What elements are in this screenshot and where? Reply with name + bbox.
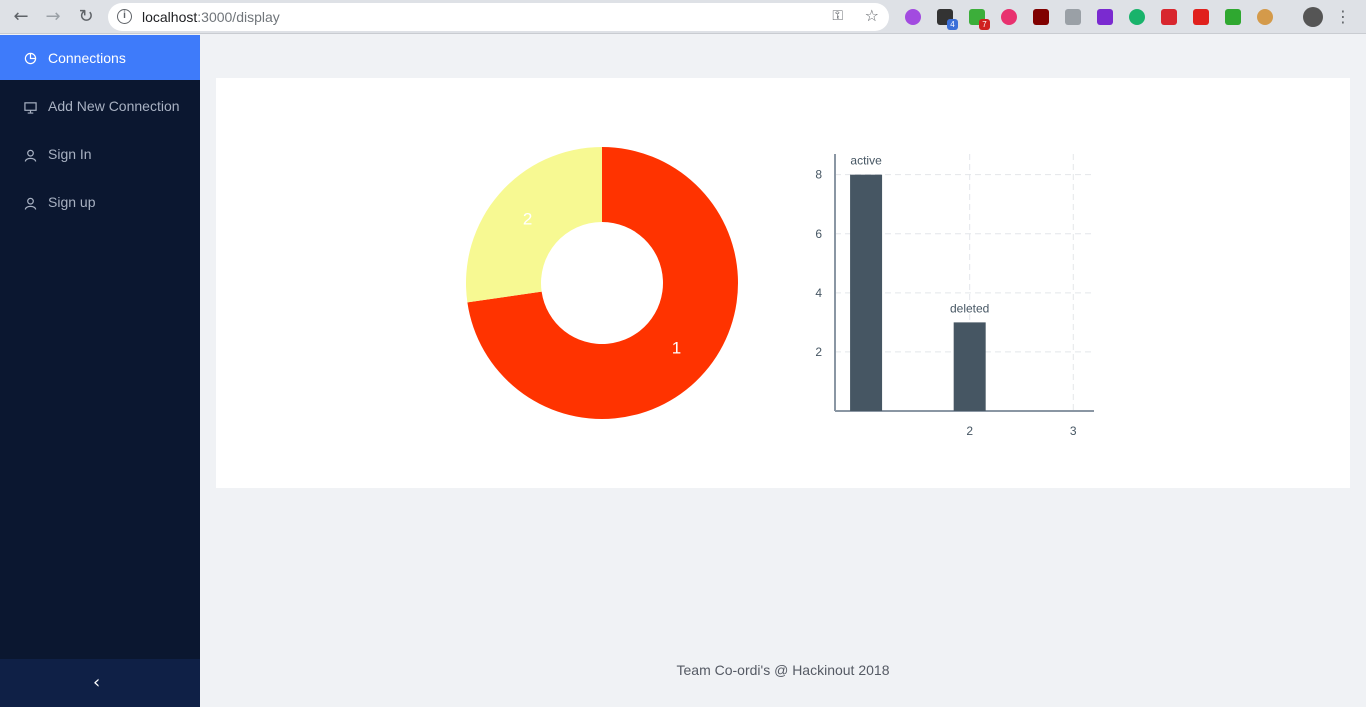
back-icon[interactable]: ← — [10, 6, 32, 28]
extension-badge: 7 — [979, 19, 990, 30]
chevron-left-icon: ‹ — [93, 672, 101, 693]
forward-icon[interactable]: → — [42, 6, 64, 28]
sidebar-item-label: Sign In — [48, 146, 92, 162]
sidebar-item-label: Add New Connection — [48, 98, 180, 114]
sidebar-item-label: Sign up — [48, 194, 96, 210]
extension-icon[interactable] — [1161, 9, 1177, 25]
pie-slice-label: 1 — [672, 339, 681, 358]
pie-slice-label: 2 — [523, 209, 532, 228]
sidebar-collapse-button[interactable]: ‹ — [0, 659, 200, 707]
camera-icon[interactable] — [1065, 9, 1081, 25]
extension-icon[interactable] — [905, 9, 921, 25]
address-bar[interactable]: i localhost:3000/display ⚿ ☆ — [108, 3, 889, 31]
y-tick-label: 4 — [815, 286, 822, 300]
sidebar-item-label: Connections — [48, 50, 126, 66]
bar-label: active — [850, 154, 882, 168]
key-icon[interactable]: ⚿ — [832, 8, 843, 24]
extension-icon[interactable] — [1001, 9, 1017, 25]
pie-slice — [466, 147, 602, 303]
cookie-icon[interactable] — [1257, 9, 1273, 25]
x-tick-label: 2 — [966, 424, 973, 438]
sidebar-item-sign-up[interactable]: Sign up — [0, 179, 200, 224]
y-tick-label: 6 — [815, 227, 822, 241]
x-tick-label: 3 — [1070, 424, 1077, 438]
charts-canvas: 1 2 2 4 6 8 2 3 active deleted — [466, 147, 1094, 438]
url-host: localhost — [142, 9, 198, 25]
desktop-icon — [24, 102, 37, 114]
pie-chart-icon — [24, 52, 37, 65]
charts-card: 1 2 2 4 6 8 2 3 active deleted — [216, 78, 1350, 488]
url-path: :3000/display — [197, 9, 280, 25]
bookmark-star-icon[interactable]: ☆ — [865, 6, 879, 25]
url-text[interactable]: localhost:3000/display — [142, 9, 280, 25]
extension-icon[interactable] — [1097, 9, 1113, 25]
footer-text: Team Co-ordi's @ Hackinout 2018 — [676, 662, 890, 678]
bar — [953, 322, 986, 411]
y-tick-label: 8 — [815, 168, 822, 182]
user-icon — [24, 149, 37, 162]
profile-avatar[interactable] — [1303, 7, 1323, 27]
browser-toolbar: ← → ↻ i localhost:3000/display ⚿ ☆ 4 7 ⋮ — [0, 0, 1366, 34]
sidebar-item-sign-in[interactable]: Sign In — [0, 131, 200, 176]
cors-extension-icon[interactable] — [1225, 9, 1241, 25]
extension-badge: 4 — [947, 19, 958, 30]
extension-icon[interactable] — [1193, 9, 1209, 25]
info-icon[interactable]: i — [117, 9, 132, 24]
bar-label: deleted — [950, 301, 989, 315]
ublock-icon[interactable] — [1033, 9, 1049, 25]
user-icon — [24, 197, 37, 210]
extension-icon[interactable] — [1129, 9, 1145, 25]
reload-icon[interactable]: ↻ — [75, 6, 97, 28]
menu-icon[interactable]: ⋮ — [1332, 6, 1354, 28]
bar — [850, 174, 883, 411]
y-tick-label: 2 — [815, 345, 822, 359]
sidebar-item-add-new-connection[interactable]: Add New Connection — [0, 83, 200, 128]
sidebar-item-connections[interactable]: Connections — [0, 35, 200, 80]
sidebar: Connections Add New Connection Sign In S… — [0, 35, 200, 707]
